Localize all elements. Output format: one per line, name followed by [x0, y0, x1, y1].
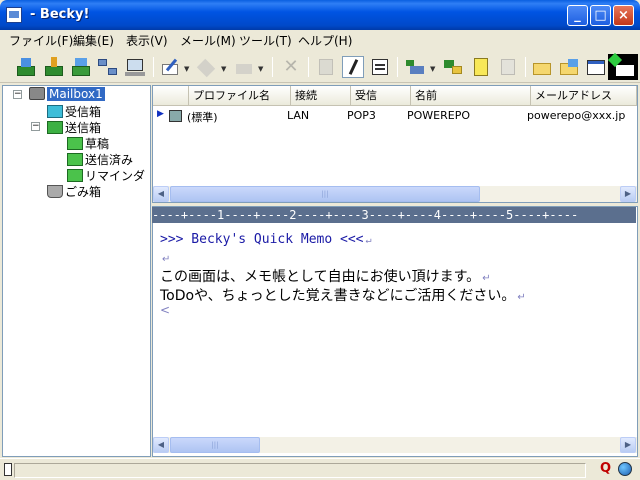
- quick-search-icon[interactable]: Q: [600, 461, 611, 476]
- scroll-right-button[interactable]: ▶: [620, 186, 636, 202]
- column-header-email[interactable]: メールアドレス: [531, 86, 637, 106]
- column-header-connection[interactable]: 接続: [291, 86, 351, 106]
- reminder-icon: [67, 169, 83, 182]
- tree-label-sent: 送信済み: [85, 153, 134, 167]
- profile-icon: [169, 110, 182, 122]
- memo-icon[interactable]: [470, 56, 492, 78]
- title-bar[interactable]: - Becky! _ □ ×: [0, 0, 640, 30]
- window-title: - Becky!: [30, 7, 90, 22]
- maximize-button[interactable]: □: [590, 5, 611, 26]
- expander-outbox[interactable]: −: [31, 122, 40, 131]
- tree-label-outbox: 送信箱: [65, 121, 102, 135]
- drafts-icon: [67, 137, 83, 150]
- current-row-marker-icon: ▶: [157, 109, 164, 119]
- filter-folder-icon[interactable]: [442, 56, 464, 78]
- memo-line-1[interactable]: この画面は、メモ帳として自由にお使い頂けます。 ↵: [160, 266, 491, 286]
- menu-edit[interactable]: 編集(E): [73, 32, 114, 49]
- line-end-mark: ↵: [482, 273, 491, 284]
- view-icon[interactable]: [315, 56, 337, 78]
- memo-line-2[interactable]: ToDoや、ちょっとした覚え書きなどにご活用ください。 ↵: [160, 285, 526, 305]
- send-receive-icon[interactable]: [70, 56, 92, 78]
- filter-icon[interactable]: [404, 56, 426, 78]
- close-button[interactable]: ×: [613, 5, 634, 26]
- memo-blank-line[interactable]: ↵: [160, 252, 170, 265]
- table-row[interactable]: ▶ (標準) LAN POP3 POWEREPO powerepo@xxx.jp: [153, 108, 637, 124]
- column-header-name[interactable]: 名前: [411, 86, 531, 106]
- memo-horizontal-scrollbar[interactable]: ◀ ||| ▶: [153, 437, 637, 453]
- properties-icon[interactable]: [369, 56, 391, 78]
- toolbar: ▼ ▼ ▼ ✕ ▼: [0, 51, 640, 83]
- open-folder-icon[interactable]: [558, 56, 580, 78]
- scroll-right-button[interactable]: ▶: [620, 437, 636, 453]
- cell-profile: (標準): [187, 111, 218, 124]
- menu-tools[interactable]: ツール(T): [239, 32, 292, 49]
- menu-bar: ファイル(F) 編集(E) 表示(V) メール(M) ツール(T) ヘルプ(H): [0, 30, 640, 49]
- memo-title-line[interactable]: >>> Becky's Quick Memo <<< ↵: [160, 232, 372, 247]
- memo-ruler: ----+----1----+----2----+----3----+----4…: [152, 207, 636, 223]
- menu-file[interactable]: ファイル(F): [9, 32, 73, 49]
- tree-item-drafts[interactable]: 草稿: [67, 135, 109, 151]
- trash-icon: [47, 185, 63, 198]
- expander-mailbox[interactable]: −: [13, 90, 22, 99]
- send-icon[interactable]: [43, 56, 65, 78]
- tree-label-drafts: 草稿: [85, 137, 110, 151]
- new-message-icon[interactable]: [607, 52, 638, 80]
- sent-icon: [67, 153, 83, 166]
- pen-icon[interactable]: [342, 56, 364, 78]
- memo-title: >>> Becky's Quick Memo <<<: [160, 232, 364, 247]
- tree-label-trash: ごみ箱: [65, 185, 102, 199]
- scroll-thumb[interactable]: |||: [170, 186, 480, 202]
- cell-receive: POP3: [347, 109, 376, 122]
- tree-item-reminder[interactable]: リマインダ: [67, 167, 145, 183]
- tree-item-trash[interactable]: ごみ箱: [47, 183, 101, 199]
- list-horizontal-scrollbar[interactable]: ◀ ||| ▶: [153, 186, 637, 202]
- cell-connection: LAN: [287, 109, 310, 122]
- mailbox-icon: [29, 87, 45, 100]
- computer-icon[interactable]: [124, 56, 146, 78]
- status-text: [14, 463, 586, 478]
- window-icon[interactable]: [585, 56, 607, 78]
- compose-icon[interactable]: [160, 56, 182, 78]
- line-end-mark: ↵: [365, 235, 372, 246]
- profile-list: プロファイル名 接続 受信 名前 メールアドレス ▶ (標準) LAN POP3…: [152, 85, 638, 203]
- column-header-receive[interactable]: 受信: [351, 86, 411, 106]
- cell-name: POWEREPO: [407, 109, 471, 122]
- status-bar: Q: [0, 458, 640, 480]
- outbox-icon: [47, 121, 63, 134]
- reply-icon[interactable]: [196, 56, 218, 78]
- edit-icon[interactable]: [497, 56, 519, 78]
- app-icon[interactable]: [6, 7, 22, 23]
- memo-text-1: この画面は、メモ帳として自由にお使い頂けます。: [160, 269, 481, 285]
- column-header-blank[interactable]: [153, 86, 189, 106]
- tree-label-inbox: 受信箱: [65, 105, 102, 119]
- column-header-profile[interactable]: プロファイル名: [189, 86, 291, 106]
- menu-mail[interactable]: メール(M): [180, 32, 236, 49]
- folder-tree: − Mailbox1 受信箱 − 送信箱 草稿 送信済み リマインダ ごみ箱: [2, 85, 151, 457]
- line-end-mark: ↵: [162, 254, 171, 265]
- inbox-icon: [47, 105, 63, 118]
- memo-text-2: ToDoや、ちょっとした覚え書きなどにご活用ください。: [160, 288, 516, 304]
- scroll-left-button[interactable]: ◀: [153, 186, 169, 202]
- online-status-icon[interactable]: [618, 462, 632, 476]
- menu-help[interactable]: ヘルプ(H): [298, 32, 352, 49]
- minimize-button[interactable]: _: [567, 5, 588, 26]
- tree-label-mailbox: Mailbox1: [47, 87, 105, 101]
- tree-item-mailbox[interactable]: Mailbox1: [29, 87, 105, 103]
- forward-icon[interactable]: [233, 56, 255, 78]
- memo-eof-mark: <: [160, 303, 171, 317]
- line-end-mark: ↵: [517, 292, 526, 303]
- tree-label-reminder: リマインダ: [85, 169, 146, 183]
- scroll-thumb[interactable]: |||: [170, 437, 260, 453]
- network-icon[interactable]: [97, 56, 119, 78]
- cell-email: powerepo@xxx.jp: [527, 109, 626, 122]
- tree-item-sent[interactable]: 送信済み: [67, 151, 133, 167]
- scroll-left-button[interactable]: ◀: [153, 437, 169, 453]
- status-indicator: [4, 463, 12, 476]
- delete-icon[interactable]: ✕: [280, 56, 302, 78]
- folder-icon[interactable]: [531, 56, 553, 78]
- tree-item-inbox[interactable]: 受信箱: [47, 103, 101, 119]
- tree-item-outbox[interactable]: 送信箱: [47, 119, 101, 135]
- menu-view[interactable]: 表示(V): [126, 32, 168, 49]
- receive-icon[interactable]: [15, 56, 37, 78]
